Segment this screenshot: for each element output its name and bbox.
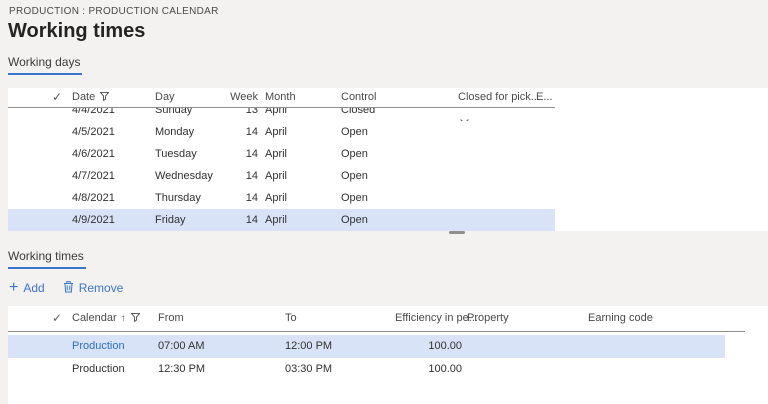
working-times-grid: ✓ Calendar↑ From To Efficiency in pe... … [8,306,768,404]
cell-week[interactable]: 13 [208,108,258,121]
cell-control[interactable]: Open [341,121,368,143]
page-title: Working times [8,20,145,43]
working-days-row[interactable]: 4/5/2021 Monday 14 April Open [8,121,555,143]
remove-button-label: Remove [79,281,124,295]
cell-efficiency[interactable]: 100.00 [388,358,462,381]
cell-control[interactable]: Open [341,143,368,165]
cell-control[interactable]: Open [341,209,368,231]
column-header-week[interactable]: Week [208,88,258,107]
cell-calendar-link[interactable]: Production [72,335,125,358]
cell-control[interactable]: Open [341,165,368,187]
column-header-control[interactable]: Control [341,88,376,107]
column-header-day[interactable]: Day [155,88,175,107]
working-days-row[interactable]: 4/9/2021 Friday 14 April Open [8,209,555,231]
working-days-header-row: ✓ Date Day Week Month Control Closed for… [8,88,555,108]
cell-day[interactable]: Tuesday [155,143,197,165]
working-times-toolbar: + Add Remove [9,280,123,296]
cell-month[interactable]: April [265,165,287,187]
column-header-month[interactable]: Month [265,88,296,107]
cell-month[interactable]: April [265,143,287,165]
cell-control[interactable]: Closed [341,108,375,121]
cell-control[interactable]: Open [341,187,368,209]
cell-date[interactable]: 4/5/2021 [72,121,115,143]
cell-date[interactable]: 4/8/2021 [72,187,115,209]
add-button-label: Add [23,281,44,295]
select-all-checkmark-icon[interactable]: ✓ [52,88,62,107]
cell-month[interactable]: April [265,108,287,121]
cell-date[interactable]: 4/4/2021 [72,108,115,121]
tab-working-times[interactable]: Working times [8,249,86,269]
column-header-e[interactable]: E... [536,88,553,107]
tab-working-days[interactable]: Working days [8,55,82,75]
cell-date[interactable]: 4/9/2021 [72,209,115,231]
working-days-row[interactable]: 4/8/2021 Thursday 14 April Open [8,187,555,209]
cell-month[interactable]: April [265,209,287,231]
column-header-earning-code[interactable]: Earning code [588,306,653,331]
cell-to[interactable]: 12:00 PM [285,335,332,358]
cell-month[interactable]: April [265,187,287,209]
column-header-calendar-label: Calendar [72,312,117,324]
cell-day[interactable]: Monday [155,121,194,143]
column-header-efficiency[interactable]: Efficiency in pe... [395,306,478,331]
working-days-row[interactable]: 4/7/2021 Wednesday14 April Open [8,165,555,187]
sort-ascending-icon: ↑ [121,313,126,324]
column-header-date-label: Date [72,91,95,103]
filter-icon[interactable] [100,89,109,108]
cell-week[interactable]: 14 [208,165,258,187]
working-times-header-row: ✓ Calendar↑ From To Efficiency in pe... … [8,306,745,332]
cell-day[interactable]: Friday [155,209,186,231]
trash-icon [63,280,74,296]
column-header-calendar[interactable]: Calendar ↑ [72,306,140,332]
cell-week[interactable]: 14 [208,187,258,209]
column-header-to[interactable]: To [285,306,297,331]
working-times-row[interactable]: Production 07:00 AM 12:00 PM 100.00 [8,335,725,358]
working-days-row[interactable]: 4/6/2021 Tuesday 14 April Open [8,143,555,165]
working-days-grid: ✓ Date Day Week Month Control Closed for… [8,88,768,231]
cell-week[interactable]: 14 [208,143,258,165]
tab-working-days-label: Working days [8,55,80,69]
add-button[interactable]: + Add [9,281,45,295]
breadcrumb: PRODUCTION : PRODUCTION CALENDAR [9,6,219,17]
cell-from[interactable]: 12:30 PM [158,358,205,381]
cell-efficiency[interactable]: 100.00 [388,335,462,358]
cell-date[interactable]: 4/7/2021 [72,165,115,187]
splitter-grip[interactable] [449,231,465,234]
cell-week[interactable]: 14 [208,209,258,231]
cell-date[interactable]: 4/6/2021 [72,143,115,165]
column-header-from[interactable]: From [158,306,184,331]
working-days-partial-row[interactable]: 4/4/2021 Sunday 13 April Closed [8,108,555,121]
plus-icon: + [9,282,18,294]
filter-icon[interactable] [131,307,140,332]
column-header-closed-for-picking[interactable]: Closed for pick... [458,88,540,107]
chevron-down-icon[interactable] [460,111,469,121]
working-days-rows: 4/5/2021 Monday 14 April Open 4/6/2021 Tuesday… [8,121,768,231]
cell-week[interactable]: 14 [208,121,258,143]
remove-button[interactable]: Remove [63,280,124,296]
cell-day[interactable]: Wednesday [155,165,213,187]
select-all-checkmark-icon[interactable]: ✓ [52,306,62,331]
column-header-property[interactable]: Property [467,306,509,331]
cell-from[interactable]: 07:00 AM [158,335,204,358]
working-days-partial-row-clip: 4/4/2021 Sunday 13 April Closed [8,108,768,121]
cell-to[interactable]: 03:30 PM [285,358,332,381]
working-times-row[interactable]: Production 12:30 PM 03:30 PM 100.00 [8,358,725,381]
cell-calendar-link[interactable]: Production [72,358,125,381]
tab-working-times-label: Working times [8,249,84,263]
cell-month[interactable]: April [265,121,287,143]
cell-day[interactable]: Sunday [155,108,192,121]
column-header-date[interactable]: Date [72,88,109,108]
working-times-rows: Production07:00 AM12:00 PM100.00Producti… [8,335,768,381]
cell-day[interactable]: Thursday [155,187,201,209]
